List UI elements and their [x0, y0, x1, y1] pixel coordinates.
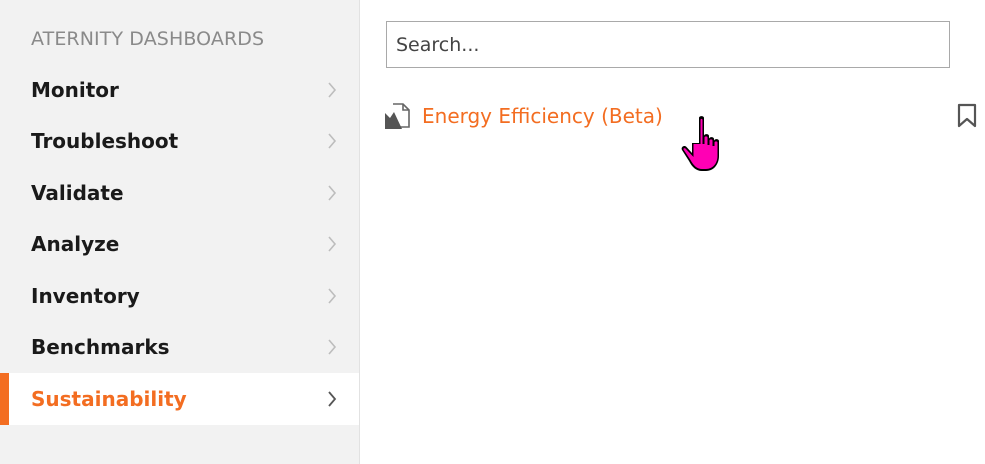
- sidebar-item-troubleshoot[interactable]: Troubleshoot: [0, 116, 359, 168]
- sidebar-item-monitor[interactable]: Monitor: [0, 64, 359, 116]
- sidebar-item-analyze[interactable]: Analyze: [0, 219, 359, 271]
- chevron-right-icon: [328, 133, 337, 149]
- bookmark-icon[interactable]: [956, 103, 978, 129]
- chevron-right-icon: [328, 236, 337, 252]
- sidebar-item-label: Sustainability: [31, 386, 187, 411]
- chevron-right-icon: [328, 185, 337, 201]
- page: ATERNITY DASHBOARDS Monitor Troubleshoot…: [0, 0, 985, 464]
- chevron-right-icon: [328, 339, 337, 355]
- sidebar-item-inventory[interactable]: Inventory: [0, 270, 359, 322]
- chevron-right-icon: [328, 82, 337, 98]
- sidebar-item-label: Analyze: [31, 232, 120, 257]
- chevron-right-icon: [328, 288, 337, 304]
- active-indicator: [0, 373, 9, 425]
- sidebar-item-label: Validate: [31, 180, 124, 205]
- sidebar-item-label: Monitor: [31, 77, 119, 102]
- sidebar-item-validate[interactable]: Validate: [0, 167, 359, 219]
- main-panel: Energy Efficiency (Beta): [360, 0, 985, 464]
- sidebar: ATERNITY DASHBOARDS Monitor Troubleshoot…: [0, 0, 360, 464]
- sidebar-item-benchmarks[interactable]: Benchmarks: [0, 322, 359, 374]
- sidebar-item-label: Benchmarks: [31, 335, 170, 360]
- result-item[interactable]: Energy Efficiency (Beta): [384, 100, 663, 132]
- dashboard-document-icon: [385, 103, 410, 129]
- sidebar-item-label: Troubleshoot: [31, 129, 179, 154]
- sidebar-heading: ATERNITY DASHBOARDS: [31, 28, 265, 50]
- chevron-right-icon: [328, 391, 337, 407]
- sidebar-item-sustainability[interactable]: Sustainability: [0, 373, 359, 425]
- dashboard-link[interactable]: Energy Efficiency (Beta): [422, 104, 663, 128]
- search-input[interactable]: [386, 21, 950, 68]
- sidebar-item-label: Inventory: [31, 283, 140, 308]
- sidebar-nav: Monitor Troubleshoot Validate Analyze In…: [0, 64, 359, 425]
